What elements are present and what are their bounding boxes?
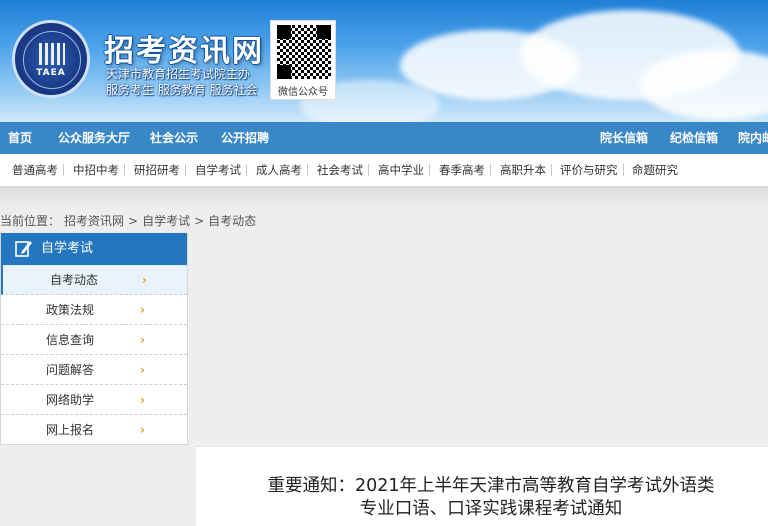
breadcrumb-prefix: 当前位置： — [0, 214, 61, 228]
site-subtitle: 天津市教育招生考试院主办 — [106, 67, 251, 81]
sidebar-item-label: 问题解答 — [46, 363, 95, 377]
sidebar-item-online-registration[interactable]: 网上报名 › — [1, 415, 187, 445]
nav-social-exam[interactable]: 社会考试 — [317, 154, 363, 186]
logo-abbr: TAEA — [36, 68, 66, 78]
nav-chengkao[interactable]: 成人高考 — [256, 154, 302, 186]
site-title: 招考资讯网 — [104, 34, 264, 69]
nav-zhongkao[interactable]: 中招中考 — [73, 154, 119, 186]
nav-proposition[interactable]: 命题研究 — [632, 154, 678, 186]
article-title: 重要通知：2021年上半年天津市高等教育自学考试外语类 专业口语、口译实践课程考… — [246, 475, 736, 521]
nav-zikao[interactable]: 自学考试 — [195, 154, 241, 186]
site-slogan: 服务考生 服务教育 服务社会 — [106, 83, 258, 97]
chevron-right-icon: › — [142, 273, 147, 287]
sidebar-item-label: 政策法规 — [46, 303, 95, 317]
sidebar: 自学考试 自考动态 › 政策法规 › 信息查询 › 问题解答 › 网络助学 › … — [0, 233, 188, 445]
nav-gaokao[interactable]: 普通高考 — [12, 154, 58, 186]
qr-code-icon — [277, 25, 331, 79]
sidebar-item-faq[interactable]: 问题解答 › — [1, 355, 187, 385]
nav-yankao[interactable]: 研招研考 — [134, 154, 180, 186]
nav-spring-gaokao[interactable]: 春季高考 — [439, 154, 485, 186]
sidebar-item-label: 信息查询 — [46, 333, 95, 347]
sidebar-header: 自学考试 — [1, 233, 187, 265]
article-title-line2: 专业口语、口译实践课程考试通知 — [359, 499, 623, 519]
pencil-icon — [15, 240, 32, 257]
sidebar-item-online-study[interactable]: 网络助学 › — [1, 385, 187, 415]
nav-home[interactable]: 首页 — [8, 122, 32, 154]
sidebar-item-policy[interactable]: 政策法规 › — [1, 295, 187, 325]
sidebar-item-zikao-news[interactable]: 自考动态 › — [1, 265, 187, 295]
breadcrumb-home[interactable]: 招考资讯网 — [64, 214, 124, 228]
nav-shadow — [0, 186, 768, 210]
chevron-right-icon: › — [140, 393, 145, 407]
breadcrumb-sep: > — [128, 214, 139, 228]
secondary-nav: 普通高考 中招中考 研招研考 自学考试 成人高考 社会考试 高中学业 春季高考 … — [0, 154, 768, 187]
sidebar-item-info-query[interactable]: 信息查询 › — [1, 325, 187, 355]
breadcrumb-sep: > — [194, 214, 205, 228]
breadcrumb-section[interactable]: 自学考试 — [142, 214, 190, 228]
chevron-right-icon: › — [140, 363, 145, 377]
sidebar-item-label: 网络助学 — [46, 393, 95, 407]
sidebar-item-label: 网上报名 — [46, 423, 95, 437]
nav-evaluation[interactable]: 评价与研究 — [560, 154, 618, 186]
article-panel: 重要通知：2021年上半年天津市高等教育自学考试外语类 专业口语、口译实践课程考… — [196, 446, 768, 526]
nav-discipline-mailbox[interactable]: 纪检信箱 — [670, 122, 718, 154]
sidebar-title: 自学考试 — [41, 241, 94, 256]
nav-president-mailbox[interactable]: 院长信箱 — [600, 122, 648, 154]
nav-internal-mail[interactable]: 院内邮 — [738, 122, 768, 154]
nav-public-service[interactable]: 公众服务大厅 — [58, 122, 130, 154]
breadcrumb-current[interactable]: 自考动态 — [208, 214, 256, 228]
qr-label: 微信公众号 — [278, 87, 328, 98]
nav-zhuanshengben[interactable]: 高职升本 — [500, 154, 546, 186]
nav-recruitment[interactable]: 公开招聘 — [221, 122, 269, 154]
article-title-line1: 重要通知：2021年上半年天津市高等教育自学考试外语类 — [267, 476, 715, 496]
chevron-right-icon: › — [140, 423, 145, 437]
breadcrumb: 当前位置： 招考资讯网 > 自学考试 > 自考动态 — [0, 212, 260, 229]
primary-nav: 首页 公众服务大厅 社会公示 公开招聘 院长信箱 纪检信箱 院内邮 — [0, 122, 768, 154]
chevron-right-icon: › — [140, 303, 145, 317]
sidebar-item-label: 自考动态 — [50, 273, 99, 287]
chevron-right-icon: › — [140, 333, 145, 347]
nav-public-notice[interactable]: 社会公示 — [150, 122, 198, 154]
site-banner: TAEA 招考资讯网 天津市教育招生考试院主办 服务考生 服务教育 服务社会 微… — [0, 0, 768, 122]
site-logo[interactable]: TAEA — [12, 20, 90, 98]
wechat-qr: 微信公众号 — [270, 20, 336, 100]
nav-high-school[interactable]: 高中学业 — [378, 154, 424, 186]
